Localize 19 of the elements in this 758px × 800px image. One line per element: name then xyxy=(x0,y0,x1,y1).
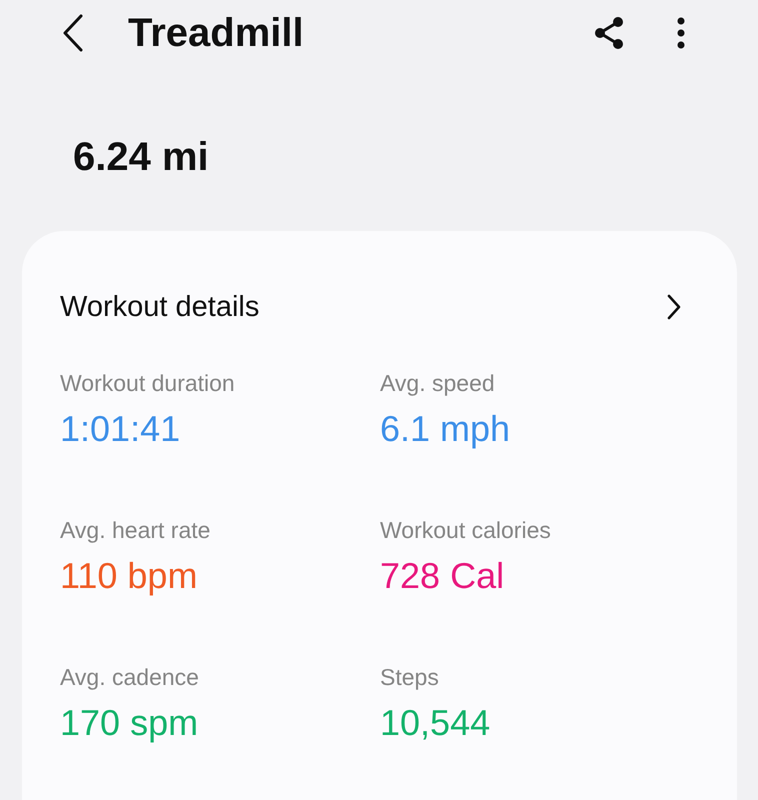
chevron-right-icon[interactable] xyxy=(667,294,681,320)
metric-label: Avg. heart rate xyxy=(60,516,212,545)
metric-value: 6.1 mph xyxy=(380,407,512,451)
metric-value: 110 bpm xyxy=(60,554,198,598)
more-icon[interactable] xyxy=(677,17,685,49)
metric-value: 170 spm xyxy=(60,701,200,745)
distance-value: 6.24 mi xyxy=(72,134,210,181)
metric-label: Workout duration xyxy=(60,369,236,398)
metric-label: Workout calories xyxy=(380,516,552,545)
metric-value: 1:01:41 xyxy=(60,407,182,451)
share-icon[interactable] xyxy=(593,16,625,50)
screen-title: Treadmill xyxy=(128,10,305,56)
metric-label: Avg. speed xyxy=(380,369,496,398)
metric-label: Steps xyxy=(380,663,440,692)
card-title: Workout details xyxy=(60,290,260,324)
back-icon[interactable] xyxy=(62,14,84,52)
metric-label: Avg. cadence xyxy=(60,663,200,692)
metric-value: 10,544 xyxy=(380,701,492,745)
metric-value: 728 Cal xyxy=(380,554,506,598)
